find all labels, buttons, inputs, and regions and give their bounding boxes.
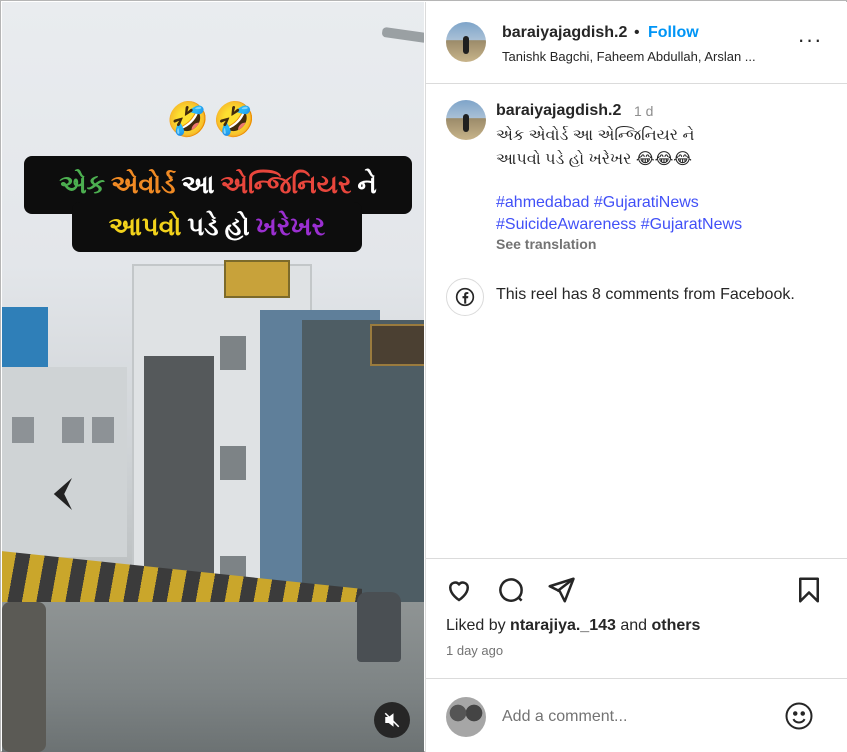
see-translation-link[interactable]: See translation [496, 236, 596, 252]
save-bookmark-icon[interactable] [794, 575, 824, 605]
comment-composer [426, 678, 847, 752]
post-header: baraiyajagdish.2 • Follow Tanishk Bagchi… [426, 2, 847, 84]
caption-text-line-2: આપવો પડે હો ખરેખર 😂😂😂 [496, 151, 692, 168]
comment-input[interactable] [502, 705, 762, 729]
caption-text-line-1: એક એવોર્ડ આ એન્જિનિયર ને [496, 127, 695, 144]
facebook-note-text: This reel has 8 comments from Facebook. [496, 286, 795, 303]
post-actions: Liked by ntarajiya._143 and others 1 day… [426, 558, 847, 678]
reel-video[interactable]: 🤣🤣 એક એવોર્ડ આ એન્જિનિયર ને આપવો પડે હો ખરેખર [2, 2, 424, 752]
person-foreground [2, 602, 46, 752]
caption-word: એન્જિનિયર [220, 169, 352, 199]
hashtag-link[interactable]: #GujaratNews [641, 216, 742, 233]
emoji-picker-icon[interactable] [784, 701, 814, 731]
person-scooter [357, 592, 401, 662]
reel-dialog: 🤣🤣 એક એવોર્ડ આ એન્જિનિયર ને આપવો પડે હો ખરેખર b… [0, 0, 847, 752]
post-timestamp[interactable]: 1 day ago [446, 643, 503, 658]
comment-bubble-icon[interactable] [496, 575, 526, 605]
video-caption-line-2: આપવો પડે હો ખરેખર [72, 202, 362, 252]
caption-word: આપવો [108, 211, 182, 241]
caption-word: ખરેખર [255, 211, 326, 241]
caption-word: આ [181, 169, 215, 199]
liked-by-and: and [620, 617, 648, 634]
caption-text: એક એવોર્ડ આ એન્જિનિયર ને આપવો પડે હો ખરે… [496, 124, 816, 172]
liked-by-user[interactable]: ntarajiya._143 [510, 617, 616, 634]
author-username[interactable]: baraiyajagdish.2 [502, 24, 627, 42]
author-avatar[interactable] [446, 22, 486, 62]
like-heart-icon[interactable] [444, 575, 474, 605]
audio-collaborators[interactable]: Tanishk Bagchi, Faheem Abdullah, Arslan … [502, 49, 792, 64]
caption-word: એવોર્ડ [111, 169, 176, 199]
building-left [2, 367, 127, 557]
caption-word: એક [59, 169, 105, 199]
hashtag-link[interactable]: #ahmedabad [496, 194, 589, 211]
hashtag-link[interactable]: #GujaratiNews [594, 194, 699, 211]
share-paperplane-icon[interactable] [546, 575, 576, 605]
follow-button[interactable]: Follow [648, 24, 699, 42]
more-options-icon[interactable]: ··· [796, 28, 824, 52]
facebook-icon [446, 278, 484, 316]
mute-button[interactable] [374, 702, 410, 738]
post-caption: baraiyajagdish.2 1 d એક એવોર્ડ આ એન્જિનિ… [426, 86, 847, 556]
current-user-avatar [446, 697, 486, 737]
speaker-muted-icon [384, 712, 400, 728]
caption-word: પડે [187, 211, 219, 241]
hashtags: #ahmedabad #GujaratiNews #SuicideAwarene… [496, 192, 816, 236]
liked-by-line: Liked by ntarajiya._143 and others [446, 617, 700, 635]
caption-word: હો [224, 211, 250, 241]
liked-by-others[interactable]: others [652, 617, 701, 634]
liked-by-prefix: Liked by [446, 617, 506, 634]
post-side-panel: baraiyajagdish.2 • Follow Tanishk Bagchi… [425, 2, 847, 752]
building-sign-2 [370, 324, 424, 366]
caption-username[interactable]: baraiyajagdish.2 [496, 102, 621, 120]
laughing-emojis: 🤣🤣 [166, 101, 260, 139]
facebook-comments-note: This reel has 8 comments from Facebook. [446, 278, 836, 316]
caption-word: ને [357, 169, 377, 199]
caption-author-avatar[interactable] [446, 100, 486, 140]
hashtag-link[interactable]: #SuicideAwareness [496, 216, 636, 233]
caption-time[interactable]: 1 d [634, 103, 653, 119]
separator-dot: • [634, 24, 640, 41]
street-lamp [381, 26, 424, 44]
building-sign [224, 260, 290, 298]
